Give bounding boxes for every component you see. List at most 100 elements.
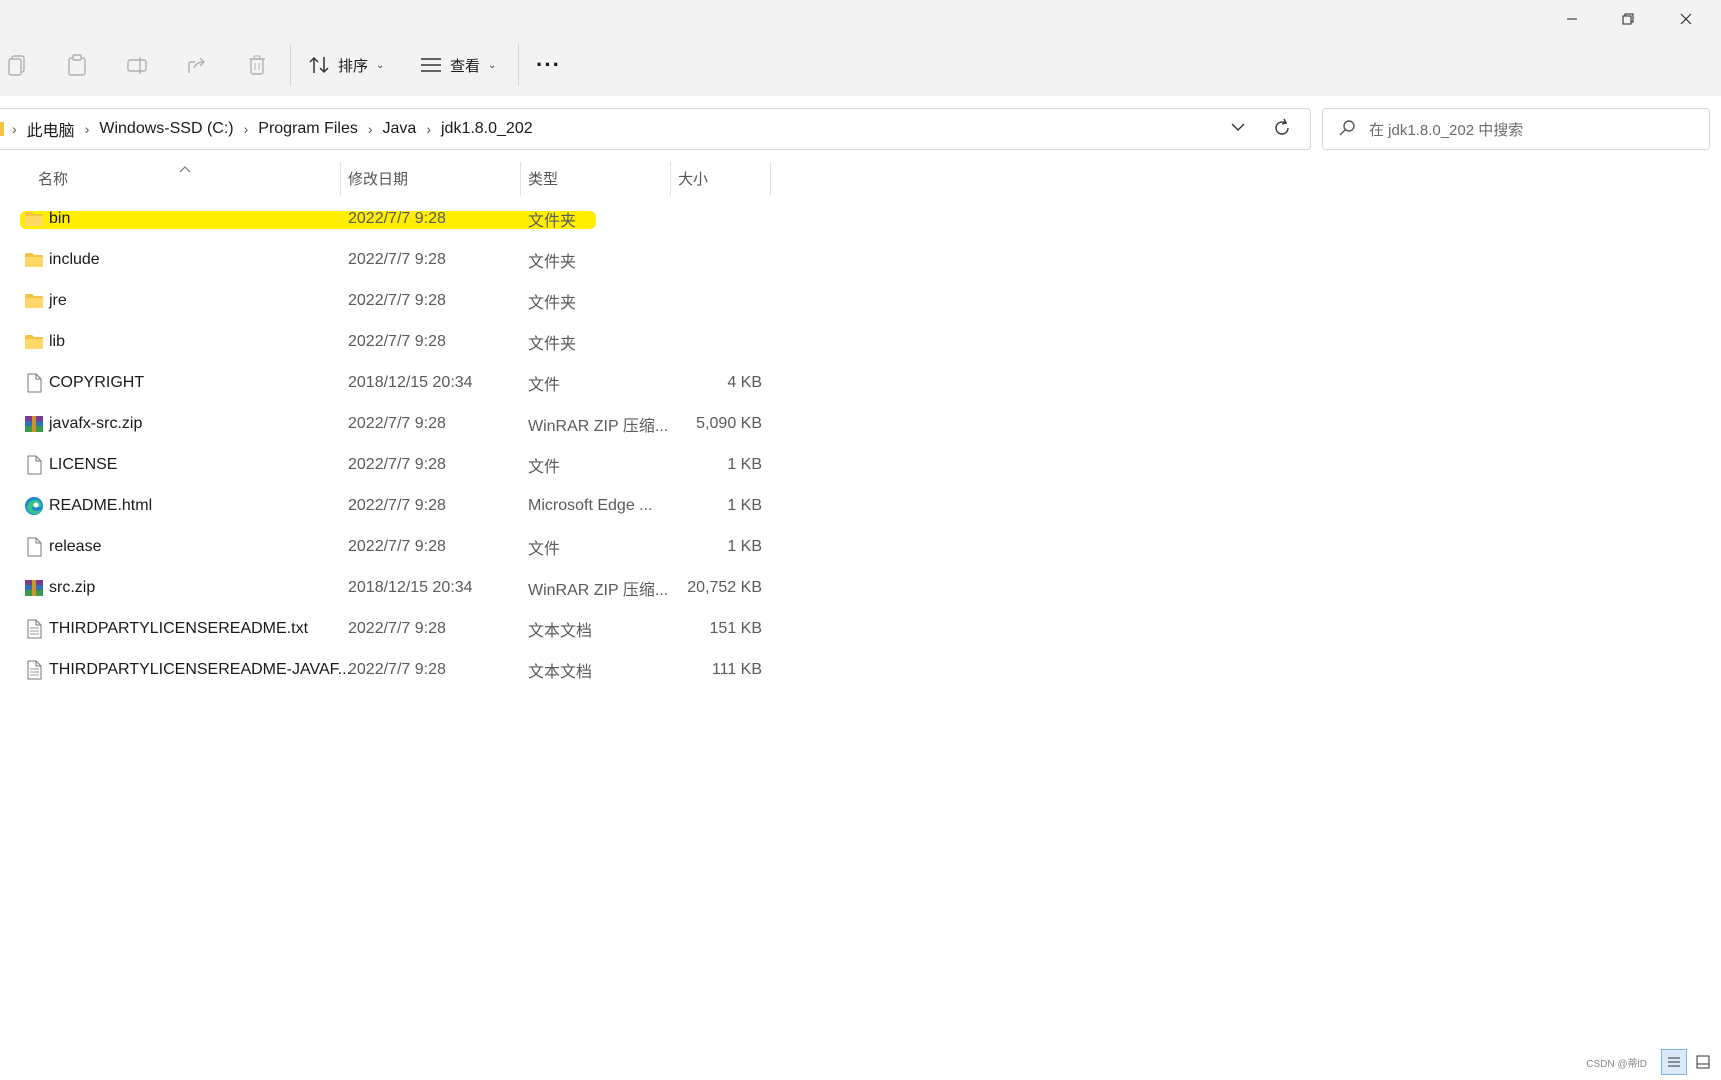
breadcrumb-java[interactable]: Java <box>383 120 417 138</box>
toolbar-divider <box>290 44 291 86</box>
column-divider[interactable] <box>340 162 341 196</box>
address-row: › 此电脑 › Windows-SSD (C:) › Program Files… <box>0 96 1721 156</box>
file-row[interactable]: release 2022/7/7 9:28 文件 1 KB <box>0 526 780 567</box>
column-divider[interactable] <box>770 162 771 196</box>
copy-button[interactable] <box>4 52 30 78</box>
file-row[interactable]: THIRDPARTYLICENSEREADME.txt 2022/7/7 9:28… <box>0 608 780 649</box>
file-name: jre <box>49 291 67 309</box>
chevron-down-icon <box>1231 123 1245 131</box>
copy-icon <box>8 55 25 76</box>
column-header-type[interactable]: 类型 <box>528 158 668 198</box>
refresh-button[interactable] <box>1272 118 1292 143</box>
refresh-icon <box>1275 118 1289 135</box>
file-date: 2022/7/7 9:28 <box>348 250 446 268</box>
breadcrumb-jdk[interactable]: jdk1.8.0_202 <box>441 120 533 138</box>
file-row[interactable]: include 2022/7/7 9:28 文件夹 <box>0 239 780 280</box>
watermark-text: CSDN @蒂lD <box>1586 1058 1647 1070</box>
file-size: 151 KB <box>709 619 762 637</box>
file-type: 文件夹 <box>528 212 577 230</box>
paste-icon <box>68 54 86 76</box>
column-header-date[interactable]: 修改日期 <box>348 158 518 198</box>
file-date: 2022/7/7 9:28 <box>348 537 446 555</box>
winrar-icon <box>24 414 44 434</box>
winrar-icon <box>24 578 44 598</box>
file-row[interactable]: LICENSE 2022/7/7 9:28 文件 1 KB <box>0 444 780 485</box>
column-header-row: 名称 修改日期 类型 大小 <box>0 158 780 198</box>
file-row[interactable]: COPYRIGHT 2018/12/15 20:34 文件 4 KB <box>0 362 780 403</box>
file-size: 4 KB <box>727 373 762 391</box>
status-bar-view-toggles: CSDN @蒂lD <box>1586 1044 1721 1080</box>
file-type: 文件 <box>528 376 561 394</box>
folder-icon <box>0 122 4 136</box>
column-header-size[interactable]: 大小 <box>678 158 768 198</box>
breadcrumb-this-pc[interactable]: 此电脑 <box>27 117 75 141</box>
file-icon <box>24 373 44 393</box>
column-name-label: 名称 <box>38 170 69 188</box>
file-size <box>668 198 762 239</box>
file-type: 文件 <box>528 540 561 558</box>
tiles-view-button[interactable] <box>1691 1050 1715 1074</box>
rename-button[interactable] <box>124 52 150 78</box>
details-view-button[interactable] <box>1661 1049 1687 1075</box>
file-name: release <box>49 537 102 555</box>
minimize-button[interactable] <box>1548 4 1596 34</box>
breadcrumb-program-files[interactable]: Program Files <box>258 120 358 138</box>
file-name: THIRDPARTYLICENSEREADME-JAVAF... <box>49 660 351 678</box>
file-row[interactable]: THIRDPARTYLICENSEREADME-JAVAF... 2022/7/7… <box>0 649 780 690</box>
chevron-right-icon[interactable]: › <box>426 121 431 137</box>
folder-icon <box>24 209 44 229</box>
breadcrumb-windows-ssd[interactable]: Windows-SSD (C:) <box>99 120 233 138</box>
column-divider[interactable] <box>670 162 671 196</box>
chevron-right-icon[interactable]: › <box>244 121 249 137</box>
file-icon <box>24 537 44 557</box>
file-type: 文本文档 <box>528 622 593 640</box>
file-size <box>668 321 762 362</box>
paste-button[interactable] <box>64 52 90 78</box>
close-button[interactable] <box>1662 4 1710 34</box>
address-bar[interactable]: › 此电脑 › Windows-SSD (C:) › Program Files… <box>0 108 1311 150</box>
restore-icon <box>1622 13 1634 25</box>
address-history-dropdown[interactable] <box>1230 119 1246 140</box>
more-icon: ··· <box>536 52 561 77</box>
file-type: 文件 <box>528 458 561 476</box>
file-row[interactable]: bin 2022/7/7 9:28 文件夹 <box>0 198 780 239</box>
file-name: src.zip <box>49 578 96 596</box>
view-button[interactable]: 查看 ⌄ <box>420 48 496 82</box>
file-date: 2022/7/7 9:28 <box>348 619 446 637</box>
column-date-label: 修改日期 <box>348 170 409 188</box>
title-bar <box>0 0 1721 34</box>
sort-label: 排序 <box>338 57 369 75</box>
sort-icon <box>309 56 329 74</box>
column-divider[interactable] <box>520 162 521 196</box>
chevron-right-icon: › <box>12 121 17 137</box>
search-icon <box>1339 120 1355 136</box>
command-bar: 排序 ⌄ 查看 ⌄ ··· <box>0 34 1721 97</box>
file-row[interactable]: README.html 2022/7/7 9:28 Microsoft Edge .… <box>0 485 780 526</box>
search-placeholder: 在 jdk1.8.0_202 中搜索 <box>1369 121 1524 139</box>
chevron-right-icon[interactable]: › <box>85 121 90 137</box>
file-name: LICENSE <box>49 455 118 473</box>
search-input[interactable]: 在 jdk1.8.0_202 中搜索 <box>1322 108 1710 150</box>
chevron-right-icon[interactable]: › <box>368 121 373 137</box>
rename-icon <box>127 57 147 74</box>
restore-button[interactable] <box>1604 4 1652 34</box>
file-type: WinRAR ZIP 压缩... <box>528 581 669 599</box>
file-size: 1 KB <box>727 455 762 473</box>
share-button[interactable] <box>184 52 210 78</box>
file-row[interactable]: lib 2022/7/7 9:28 文件夹 <box>0 321 780 362</box>
sort-button[interactable]: 排序 ⌄ <box>308 48 384 82</box>
file-row[interactable]: jre 2022/7/7 9:28 文件夹 <box>0 280 780 321</box>
more-options-button[interactable]: ··· <box>536 48 561 82</box>
file-row[interactable]: javafx-src.zip 2022/7/7 9:28 WinRAR ZIP 压缩… <box>0 403 780 444</box>
sort-ascending-icon <box>179 160 191 177</box>
file-date: 2022/7/7 9:28 <box>348 455 446 473</box>
file-size: 20,752 KB <box>687 578 762 596</box>
file-size: 1 KB <box>727 496 762 514</box>
delete-button[interactable] <box>244 52 270 78</box>
file-row[interactable]: src.zip 2018/12/15 20:34 WinRAR ZIP 压缩... 2… <box>0 567 780 608</box>
file-type: WinRAR ZIP 压缩... <box>528 417 669 435</box>
edge-icon <box>24 496 44 516</box>
file-date: 2022/7/7 9:28 <box>348 332 446 350</box>
file-type: Microsoft Edge ... <box>528 496 653 514</box>
column-size-label: 大小 <box>678 170 709 188</box>
